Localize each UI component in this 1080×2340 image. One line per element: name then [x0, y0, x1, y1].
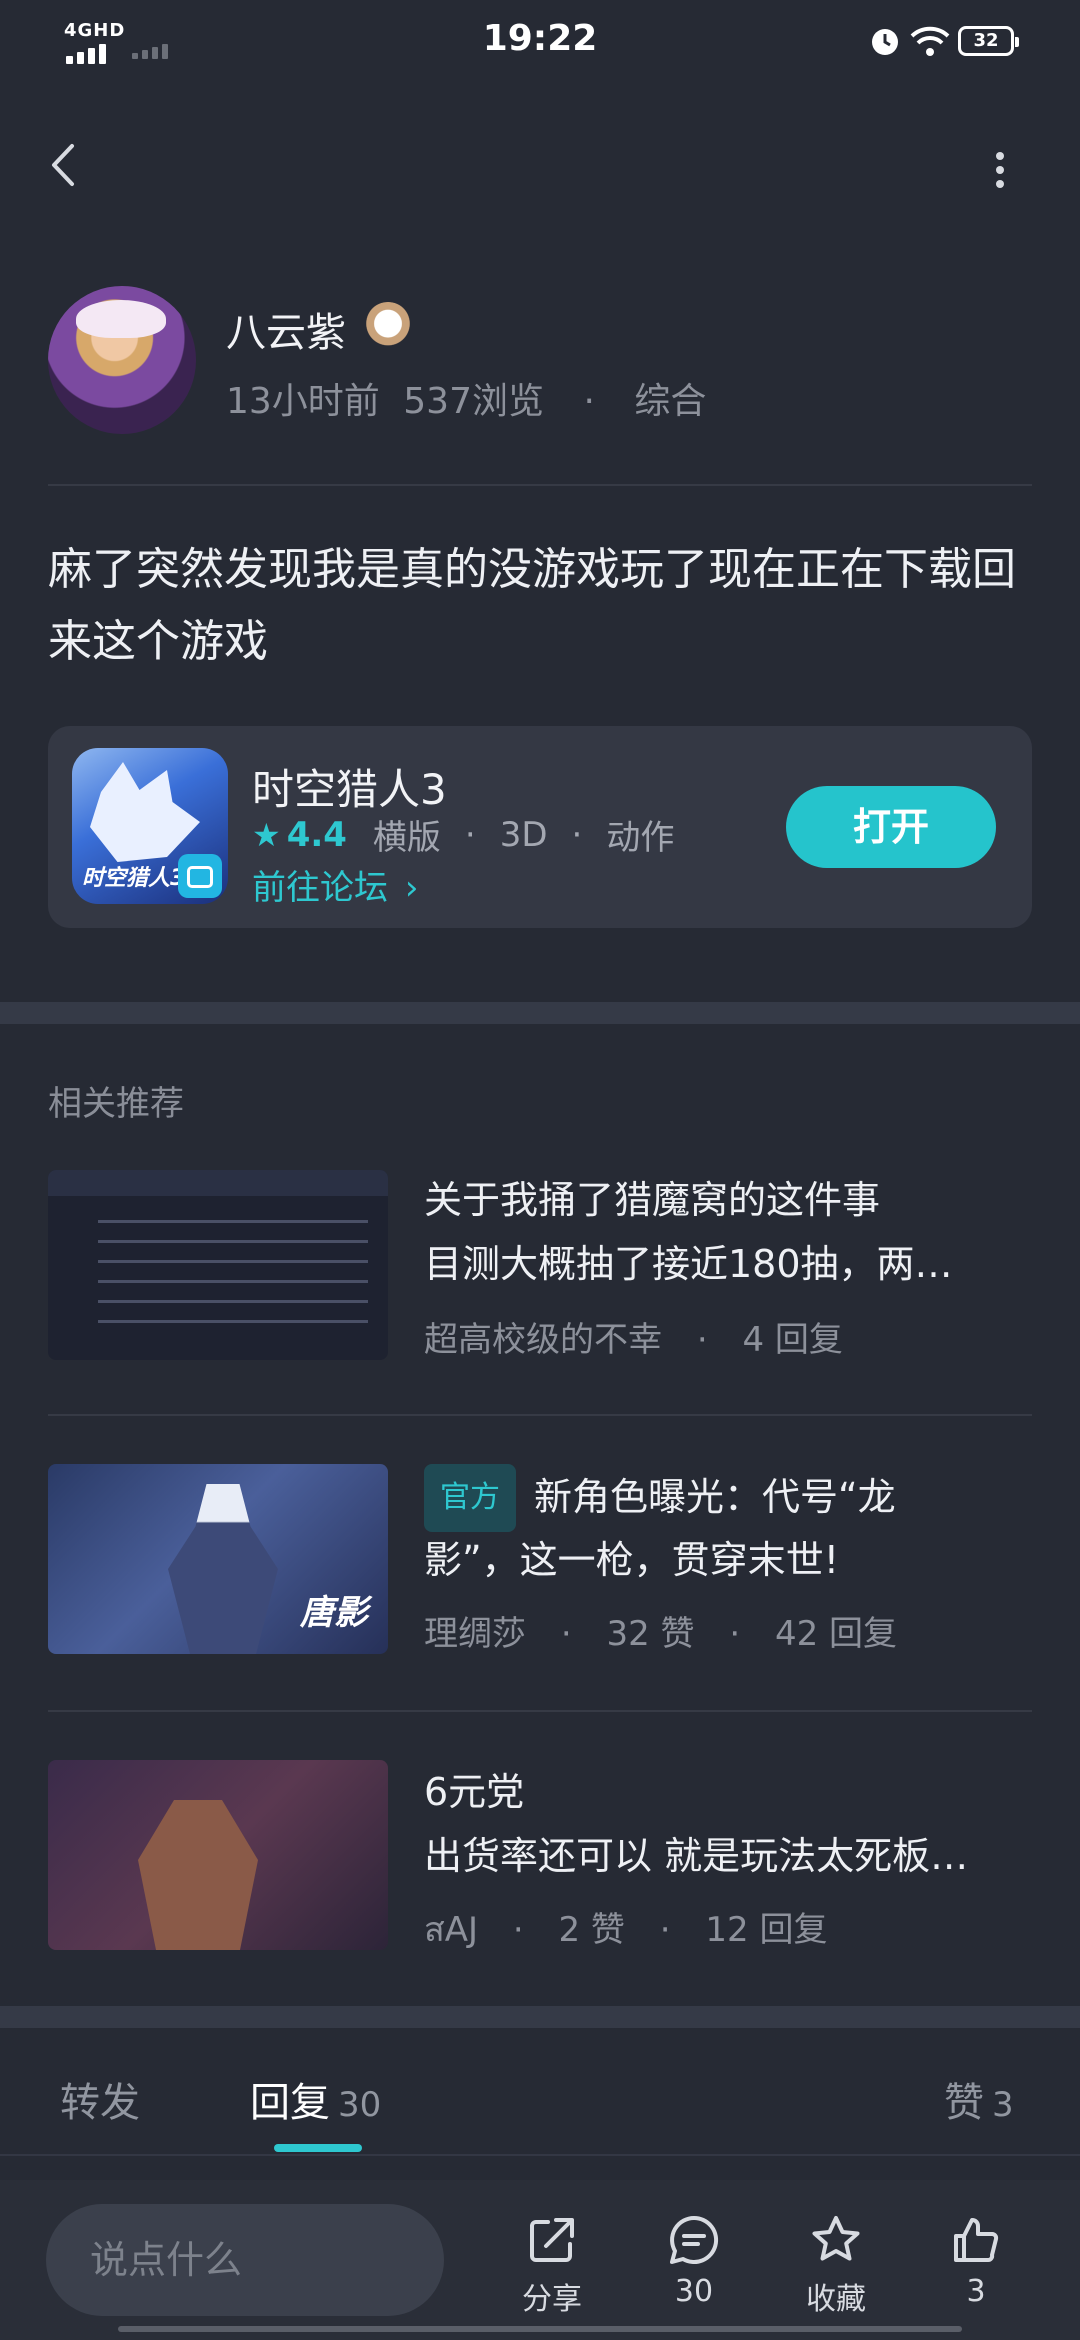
- thumbnail[interactable]: 唐影: [48, 1464, 388, 1654]
- post-author: 理绸莎: [424, 1614, 526, 1654]
- alarm-icon: [872, 29, 898, 55]
- avatar[interactable]: [48, 286, 196, 434]
- star-icon: [812, 2216, 860, 2261]
- post-title[interactable]: 官方 新角色曝光：代号“龙: [424, 1464, 1044, 1532]
- post-title[interactable]: 6元党: [424, 1760, 1044, 1824]
- reply-count: 12 回复: [705, 1910, 828, 1950]
- tab-like-count: 3: [992, 2085, 1014, 2125]
- back-icon[interactable]: [40, 140, 90, 190]
- wifi-icon: [910, 26, 950, 56]
- tab-reply-label: 回复: [250, 2080, 330, 2126]
- like-count: 3: [966, 2274, 986, 2309]
- game-rating: 4.4: [286, 814, 347, 855]
- game-tag: 3D: [499, 814, 548, 855]
- section-separator: [0, 1002, 1080, 1024]
- open-game-button[interactable]: 打开: [786, 786, 996, 868]
- post-meta: 超高校级的不幸 · 4 回复: [424, 1320, 843, 1360]
- active-tab-indicator: [274, 2144, 362, 2152]
- divider: [48, 484, 1032, 486]
- share-button[interactable]: 分享: [492, 2212, 612, 2318]
- comment-count: 30: [674, 2274, 714, 2309]
- comment-icon: [670, 2215, 719, 2264]
- star-icon: ★: [252, 815, 281, 854]
- thumbnail[interactable]: [48, 1760, 388, 1950]
- comment-button[interactable]: 30: [634, 2212, 754, 2309]
- divider: [0, 2154, 1080, 2156]
- related-title: 相关推荐: [48, 1084, 184, 1124]
- bilibili-icon: [178, 854, 222, 898]
- chevron-right-icon: ›: [404, 868, 419, 908]
- wolf-art: [90, 762, 200, 862]
- tab-reply[interactable]: 回复 30: [250, 2070, 381, 2128]
- tab-reply-count: 30: [338, 2085, 382, 2125]
- post-title-text: 新角色曝光：代号“龙: [534, 1475, 896, 1519]
- home-indicator: [118, 2326, 962, 2332]
- view-count: 537浏览: [403, 381, 544, 422]
- post-author: สAJ: [424, 1910, 479, 1950]
- post-meta: 理绸莎 · 32 赞 · 42 回复: [424, 1614, 898, 1654]
- divider: [48, 1414, 1032, 1416]
- tag-separator: ·: [464, 814, 476, 855]
- meta-separator: ·: [583, 381, 595, 422]
- favorite-label: 收藏: [806, 2282, 866, 2317]
- game-icon[interactable]: 时空猎人3: [72, 748, 228, 904]
- post-excerpt[interactable]: 目测大概抽了接近180抽，两…: [424, 1232, 1044, 1296]
- game-meta: ★ 4.4 横版 · 3D · 动作: [252, 810, 674, 859]
- share-label: 分享: [522, 2282, 582, 2317]
- reply-count: 42 回复: [774, 1614, 898, 1654]
- official-tag: 官方: [424, 1464, 516, 1532]
- like-count: 2 赞: [558, 1910, 625, 1950]
- like-count: 32 赞: [606, 1614, 695, 1654]
- game-icon-logo: 时空猎人3: [82, 866, 186, 891]
- more-options-icon[interactable]: [990, 150, 1010, 190]
- post-excerpt[interactable]: 出货率还可以 就是玩法太死板…: [424, 1824, 1044, 1888]
- post-meta: สAJ · 2 赞 · 12 回复: [424, 1910, 828, 1950]
- game-tag: 横版: [372, 818, 441, 858]
- post-time: 13小时前: [226, 381, 380, 422]
- post-category[interactable]: 综合: [634, 381, 706, 422]
- comment-input[interactable]: 说点什么: [46, 2204, 444, 2316]
- post-author: 超高校级的不幸: [424, 1320, 662, 1360]
- divider: [48, 1710, 1032, 1712]
- like-button[interactable]: 3: [916, 2212, 1036, 2309]
- tab-repost[interactable]: 转发: [60, 2070, 140, 2128]
- user-badge-icon: [364, 302, 412, 350]
- reply-count: 4 回复: [742, 1320, 843, 1360]
- share-icon: [530, 2218, 574, 2262]
- section-separator: [0, 2006, 1080, 2028]
- thumbnail[interactable]: [48, 1170, 388, 1360]
- thumbs-up-icon: [954, 2218, 999, 2262]
- thumbnail-text: 唐影: [300, 1593, 368, 1633]
- post-meta: 13小时前 537浏览 · 综合: [226, 372, 706, 424]
- author-name[interactable]: 八云紫: [226, 300, 346, 358]
- tab-like-label: 赞: [944, 2080, 984, 2126]
- forum-link-label: 前往论坛: [252, 868, 388, 908]
- post-title-line2[interactable]: 影”，这一枪，贯穿末世!: [424, 1528, 1044, 1592]
- game-tag: 动作: [606, 818, 675, 858]
- post-content: 麻了突然发现我是真的没游戏玩了现在正在下载回来这个游戏: [48, 544, 1016, 667]
- battery-icon: 32: [958, 26, 1019, 56]
- forum-link[interactable]: 前往论坛 ›: [252, 860, 418, 909]
- tab-like[interactable]: 赞3: [944, 2070, 1014, 2128]
- tag-separator: ·: [571, 814, 583, 855]
- post-title[interactable]: 关于我捅了猎魔窝的这件事: [424, 1168, 1044, 1232]
- game-name[interactable]: 时空猎人3: [252, 756, 447, 817]
- favorite-button[interactable]: 收藏: [776, 2212, 896, 2318]
